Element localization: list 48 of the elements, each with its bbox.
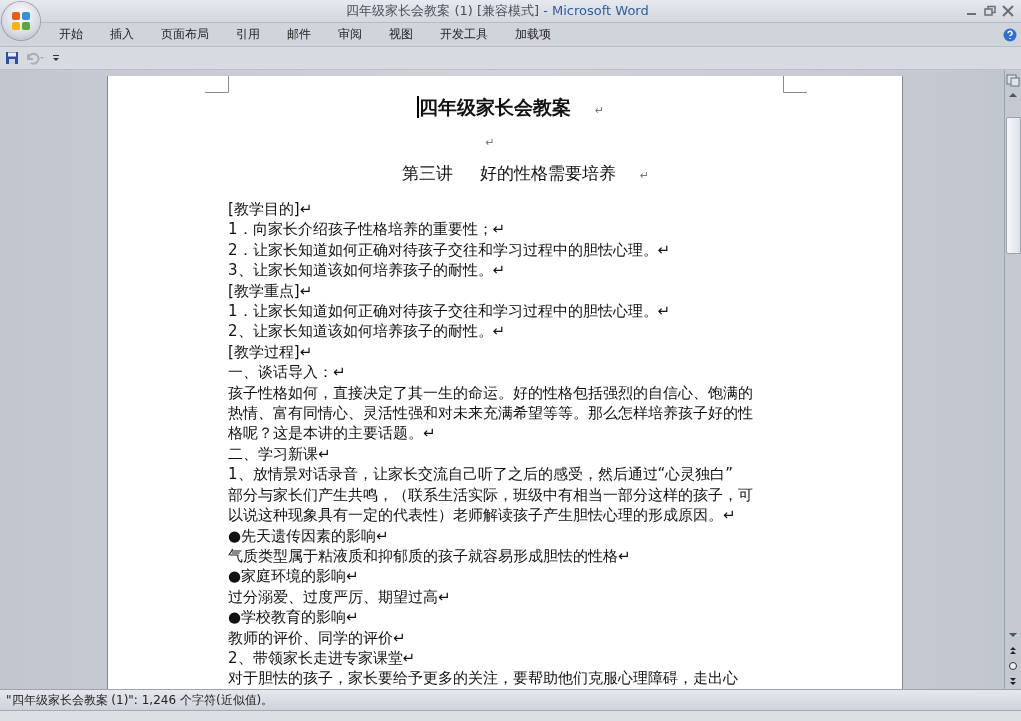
crop-mark xyxy=(205,76,229,93)
paragraph: 教师的评价、同学的评价↵ xyxy=(228,628,406,647)
ribbon-tab[interactable]: 页面布局 xyxy=(149,24,221,45)
paragraph: 1．让家长知道如何正确对待孩子交往和学习过程中的胆怯心理。↵ xyxy=(228,302,671,321)
paragraph: 孩子性格如何，直接决定了其一生的命运。好的性格包括强烈的自信心、饱满的 热情、富有同情心、灵活性强和对未来充满希望等等。那么怎样培养孩子好的性 格呢？这是本讲的主要话题。↵ xyxy=(228,383,753,443)
paragraph: 2、带领家长走进专家课堂↵ xyxy=(228,648,416,667)
close-icon[interactable] xyxy=(1001,5,1015,17)
office-button[interactable] xyxy=(2,2,40,40)
window-title: 四年级家长会教案 (1) [兼容模式] xyxy=(346,3,540,18)
paragraph: 四年级家长会教案 xyxy=(418,96,571,118)
paragraph-mark: ↵ xyxy=(485,136,495,149)
paragraph: 过分溺爱、过度严厉、期望过高↵ xyxy=(228,587,451,606)
paragraph: ●先天遗传因素的影响↵ xyxy=(228,526,389,545)
paragraph: 一、谈话导入：↵ xyxy=(228,363,346,382)
crop-mark xyxy=(783,76,807,93)
ribbon-tab[interactable]: 开发工具 xyxy=(428,24,500,45)
paragraph: 对于胆怯的孩子，家长要给予更多的关注，要帮助他们克服心理障碍，走出心 xyxy=(228,669,738,688)
paragraph-mark: ↵ xyxy=(594,104,605,117)
restore-icon[interactable] xyxy=(983,5,997,17)
text-cursor xyxy=(416,96,419,118)
browse-object-icon[interactable] xyxy=(1006,659,1020,673)
paragraph: 气质类型属于粘液质和抑郁质的孩子就容易形成胆怯的性格↵ xyxy=(228,546,631,565)
ribbon-tab[interactable]: 邮件 xyxy=(275,24,323,45)
ribbon-tab[interactable]: 加载项 xyxy=(503,24,563,45)
status-text: "四年级家长会教案 (1)": 1,246 个字符(近似值)。 xyxy=(5,691,274,709)
paragraph: [教学目的]↵ xyxy=(228,200,313,218)
paragraph: [教学过程]↵ xyxy=(228,342,313,361)
paragraph: 二、学习新课↵ xyxy=(228,444,331,463)
office-logo-icon xyxy=(9,9,33,33)
paragraph: ●家庭环境的影响↵ xyxy=(228,567,359,586)
save-icon[interactable] xyxy=(5,51,19,65)
paragraph-mark: ↵ xyxy=(639,169,650,182)
paragraph: ●学校教育的影响↵ xyxy=(228,608,359,627)
ribbon-tab[interactable]: 插入 xyxy=(98,24,146,45)
paragraph: 2、让家长知道该如何培养孩子的耐性。↵ xyxy=(228,322,506,341)
ribbon-tab[interactable]: 引用 xyxy=(224,24,272,45)
app-name: - Microsoft Word xyxy=(542,3,649,18)
ribbon-tab[interactable]: 视图 xyxy=(377,24,425,45)
ribbon-tab[interactable]: 审阅 xyxy=(326,24,374,45)
paragraph: 1、放情景对话录音，让家长交流自己听了之后的感受，然后通过“心灵独白” 部分与家长们产生共鸣，（联系生活实际，班级中有相当一部分这样的孩子，可 以说这种现象具有一定的代表性）老师解读孩子产生胆怯心理的形成原因。↵ xyxy=(228,465,753,525)
paragraph: 第三讲 好的性格需要培养 xyxy=(401,163,616,183)
scroll-thumb[interactable] xyxy=(1005,117,1021,254)
paragraph: 3、让家长知道该如何培养孩子的耐性。↵ xyxy=(228,261,506,280)
ribbon-tab[interactable]: 开始 xyxy=(47,24,95,45)
help-icon[interactable] xyxy=(1003,27,1017,42)
paragraph: [教学重点]↵ xyxy=(228,281,313,300)
paragraph: 2．让家长知道如何正确对待孩子交往和学习过程中的胆怯心理。↵ xyxy=(228,240,671,259)
paragraph: 1．向家长介绍孩子性格培养的重要性；↵ xyxy=(228,220,506,239)
